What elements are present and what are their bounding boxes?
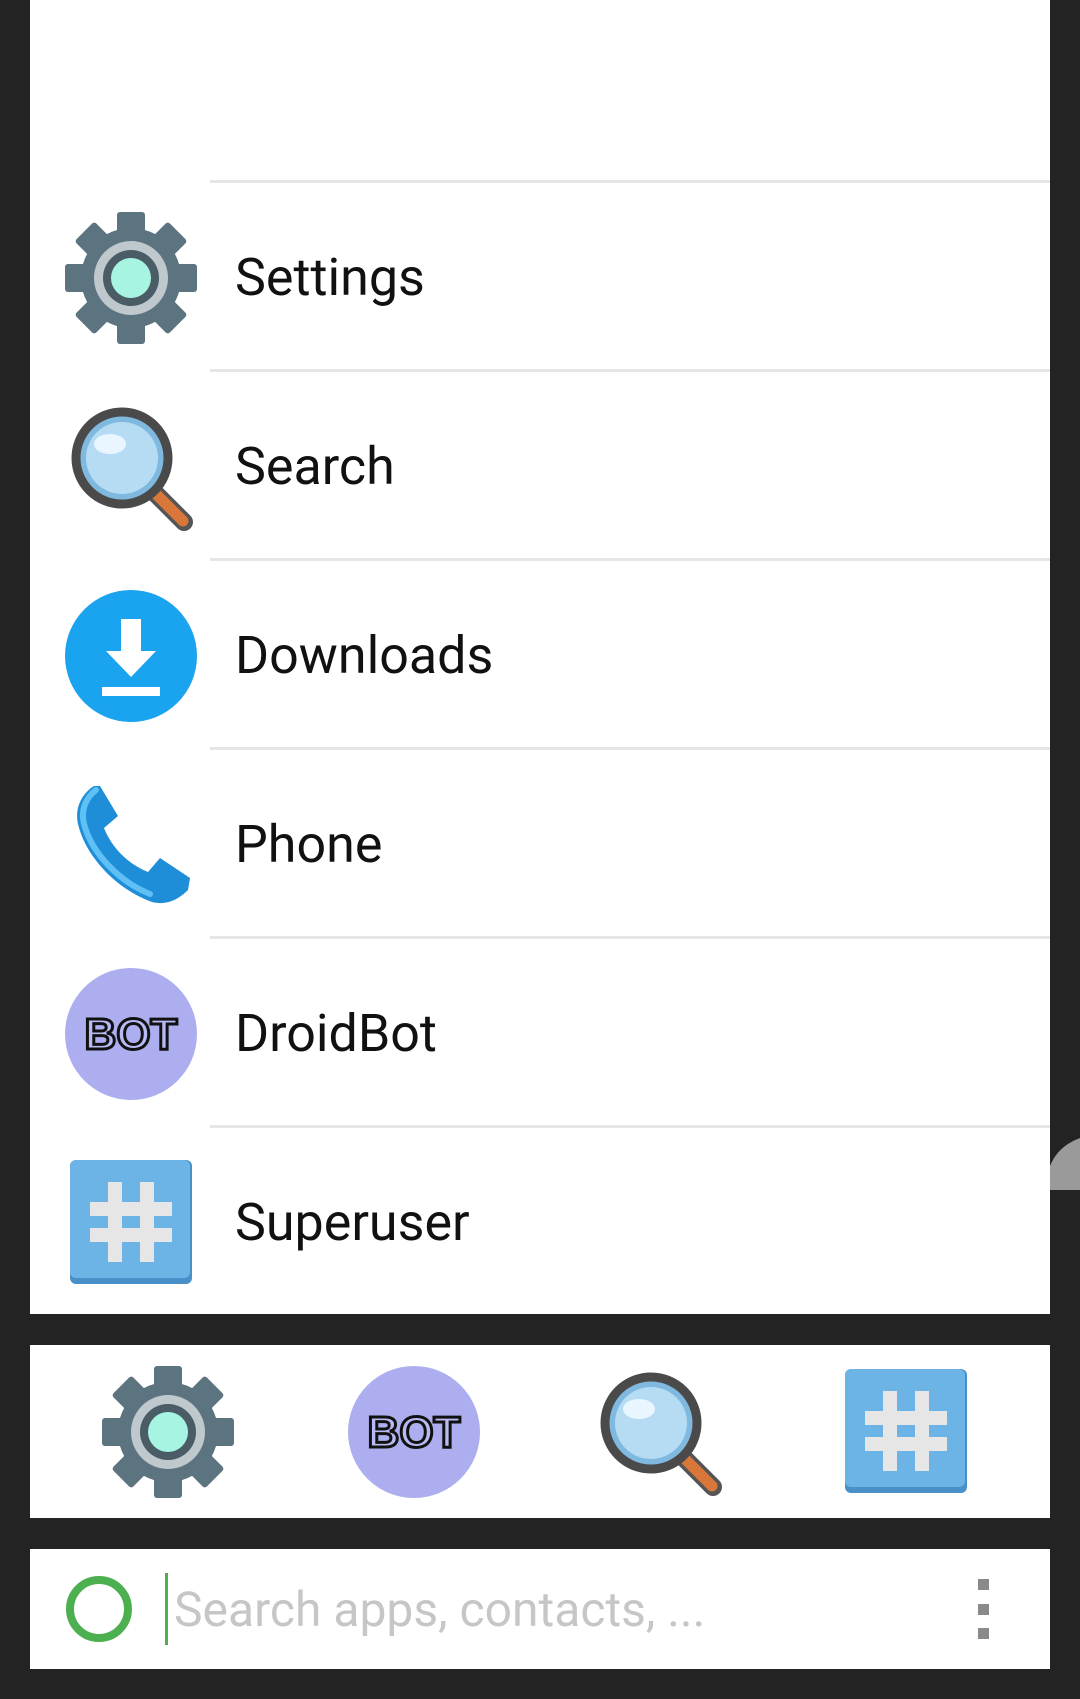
- app-label: Superuser: [235, 1192, 470, 1253]
- menu-dot: [977, 1628, 989, 1639]
- app-item-settings[interactable]: Settings: [30, 183, 1050, 372]
- app-label: Search: [235, 436, 395, 497]
- phone-icon: [64, 778, 198, 912]
- app-label: DroidBot: [235, 1003, 437, 1064]
- superuser-icon: [64, 1156, 198, 1290]
- app-label: Settings: [235, 247, 425, 308]
- overflow-menu-icon[interactable]: [968, 1579, 998, 1639]
- app-item-phone[interactable]: Phone: [30, 750, 1050, 939]
- superuser-icon: [845, 1369, 967, 1493]
- search-app-icon: [64, 400, 198, 534]
- droidbot-icon: BOT: [64, 967, 198, 1101]
- downloads-icon: [64, 589, 198, 723]
- app-list-panel: Settings Search Downloads Phone BOT Droi…: [30, 0, 1050, 1314]
- search-input[interactable]: [165, 1573, 874, 1645]
- favorite-superuser[interactable]: [839, 1365, 973, 1499]
- settings-icon: [102, 1366, 234, 1498]
- search-bar: [30, 1549, 1050, 1669]
- svg-text:BOT: BOT: [85, 1010, 178, 1059]
- app-label: Phone: [235, 814, 383, 875]
- app-item-downloads[interactable]: Downloads: [30, 561, 1050, 750]
- app-label: Downloads: [235, 625, 494, 686]
- favorites-bar: BOT: [30, 1345, 1050, 1518]
- svg-text:BOT: BOT: [368, 1408, 461, 1457]
- launcher-circle-icon[interactable]: [64, 1574, 134, 1644]
- favorite-search[interactable]: [593, 1365, 727, 1499]
- favorite-settings[interactable]: [101, 1365, 235, 1499]
- menu-dot: [977, 1579, 989, 1590]
- app-item-droidbot[interactable]: BOT DroidBot: [30, 939, 1050, 1128]
- settings-icon: [64, 211, 198, 345]
- favorite-droidbot[interactable]: BOT: [347, 1365, 481, 1499]
- menu-dot: [977, 1603, 989, 1615]
- side-handle-icon[interactable]: [1050, 1138, 1080, 1190]
- app-item-search[interactable]: Search: [30, 372, 1050, 561]
- droidbot-icon: BOT: [348, 1366, 480, 1498]
- search-app-icon: [600, 1372, 722, 1496]
- app-item-superuser[interactable]: Superuser: [30, 1128, 1050, 1317]
